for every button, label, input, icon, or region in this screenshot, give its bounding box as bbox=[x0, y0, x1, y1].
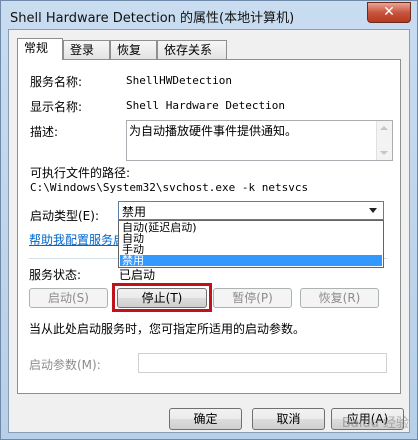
close-icon: ✕ bbox=[383, 4, 395, 20]
scroll-up-icon bbox=[380, 126, 388, 130]
dialog-client-area: 常规 登录 恢复 依存关系 服务名称: ShellHWDetection 显示名… bbox=[8, 29, 410, 433]
chevron-down-icon[interactable] bbox=[369, 208, 377, 213]
startup-option-disabled[interactable]: 禁用 bbox=[120, 255, 382, 266]
tab-label: 常规 bbox=[24, 41, 49, 55]
start-params-input[interactable] bbox=[138, 353, 387, 373]
ok-button[interactable]: 确定 bbox=[169, 408, 242, 430]
service-status-value: 已启动 bbox=[119, 268, 156, 282]
startup-type-select[interactable]: 禁用 bbox=[118, 201, 384, 220]
description-field[interactable]: 为自动播放硬件事件提供通知。 bbox=[126, 120, 393, 161]
tab-label: 登录 bbox=[70, 43, 95, 57]
window-title: Shell Hardware Detection 的属性(本地计算机) bbox=[10, 11, 295, 26]
tab-label: 依存关系 bbox=[164, 43, 213, 57]
start-button[interactable]: 启动(S) bbox=[29, 288, 108, 308]
description-label: 描述: bbox=[30, 125, 59, 139]
exe-path-value: C:\Windows\System32\svchost.exe -k netsv… bbox=[30, 181, 309, 194]
close-button[interactable]: ✕ bbox=[367, 2, 411, 23]
tab-logon[interactable]: 登录 bbox=[63, 40, 110, 59]
tab-label: 恢复 bbox=[117, 43, 142, 57]
startup-type-dropdown: 自动(延迟启动) 自动 手动 禁用 bbox=[118, 220, 384, 268]
resume-button[interactable]: 恢复(R) bbox=[300, 288, 379, 308]
title-bar[interactable]: Shell Hardware Detection 的属性(本地计算机) ✕ bbox=[1, 1, 417, 29]
startup-option-auto-delayed[interactable]: 自动(延迟启动) bbox=[120, 222, 382, 233]
tab-general[interactable]: 常规 bbox=[17, 38, 63, 60]
properties-window: Shell Hardware Detection 的属性(本地计算机) ✕ 常规… bbox=[0, 0, 418, 440]
start-params-label: 启动参数(M): bbox=[29, 358, 101, 372]
display-name-value: Shell Hardware Detection bbox=[126, 99, 285, 112]
startup-option-auto[interactable]: 自动 bbox=[120, 233, 382, 244]
cancel-button[interactable]: 取消 bbox=[252, 408, 325, 430]
stop-button-highlight-box bbox=[112, 283, 212, 312]
scroll-down-icon bbox=[380, 151, 388, 155]
tab-dependencies[interactable]: 依存关系 bbox=[157, 40, 227, 59]
service-name-label: 服务名称: bbox=[30, 75, 83, 89]
display-name-label: 显示名称: bbox=[30, 100, 83, 114]
startup-option-manual[interactable]: 手动 bbox=[120, 244, 382, 255]
pause-button[interactable]: 暂停(P) bbox=[213, 288, 292, 308]
baidu-watermark: Baidu 经验 bbox=[341, 416, 409, 431]
startup-type-label: 启动类型(E): bbox=[30, 209, 99, 223]
description-scrollbar[interactable] bbox=[376, 121, 392, 160]
service-status-label: 服务状态: bbox=[29, 268, 82, 282]
exe-path-label: 可执行文件的路径: bbox=[30, 166, 131, 180]
service-name-value: ShellHWDetection bbox=[126, 74, 232, 87]
help-configure-link[interactable]: 帮助我配置服务启 bbox=[29, 231, 125, 248]
tab-recovery[interactable]: 恢复 bbox=[110, 40, 157, 59]
startup-type-value: 禁用 bbox=[122, 205, 147, 219]
start-params-hint: 当从此处启动服务时，您可指定所适用的启动参数。 bbox=[29, 322, 306, 336]
description-text: 为自动播放硬件事件提供通知。 bbox=[129, 124, 298, 138]
